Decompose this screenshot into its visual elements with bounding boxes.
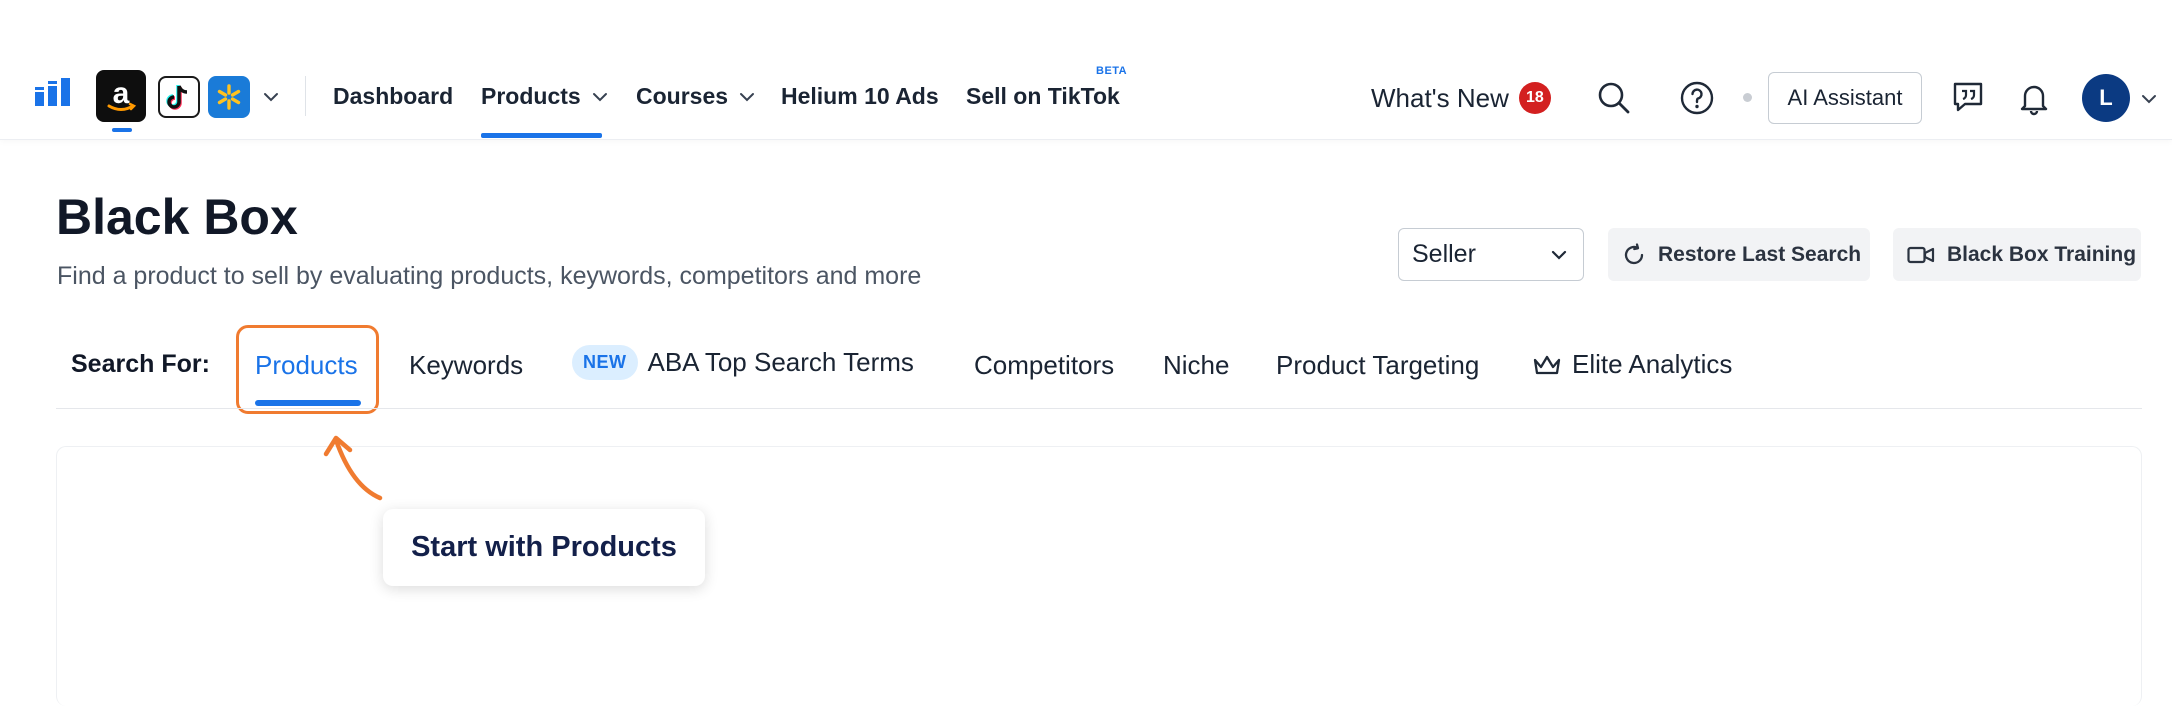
- nav-active-indicator: [481, 133, 602, 138]
- tab-elite-analytics-label: Elite Analytics: [1572, 349, 1733, 379]
- tab-aba-top-search-terms-label: ABA Top Search Terms: [647, 347, 914, 377]
- search-for-label: Search For:: [71, 350, 210, 378]
- helium10-logo-icon[interactable]: [34, 76, 72, 108]
- nav-dashboard-label: Dashboard: [333, 83, 454, 109]
- tab-keywords-label: Keywords: [409, 350, 524, 380]
- new-badge: NEW: [572, 345, 638, 380]
- beta-badge: BETA: [1096, 65, 1128, 77]
- pointer-arrow-icon: [323, 435, 383, 501]
- nav-courses[interactable]: Courses: [636, 83, 756, 110]
- bell-icon[interactable]: [2017, 80, 2051, 116]
- nav-courses-label: Courses: [636, 83, 729, 109]
- amazon-icon: a: [107, 77, 137, 111]
- search-icon[interactable]: [1596, 80, 1632, 116]
- nav-sell-on-tiktok[interactable]: Sell on TikTok: [966, 83, 1120, 110]
- chevron-down-icon: [740, 92, 755, 101]
- restore-last-search-label: Restore Last Search: [1658, 242, 1862, 266]
- tab-keywords[interactable]: Keywords: [409, 350, 523, 381]
- page-subtitle: Find a product to sell by evaluating pro…: [57, 262, 922, 290]
- ai-assistant-button[interactable]: AI Assistant: [1768, 72, 1922, 124]
- user-avatar[interactable]: L: [2082, 74, 2130, 122]
- active-marketplace-indicator: [112, 128, 132, 132]
- whats-new-count-badge: 18: [1518, 82, 1551, 114]
- black-box-training-label: Black Box Training: [1947, 242, 2137, 266]
- refresh-icon: [1624, 242, 1644, 264]
- chevron-down-icon[interactable]: [262, 88, 280, 106]
- nav-divider: [305, 76, 306, 116]
- nav-sell-on-tiktok-label: Sell on TikTok: [966, 83, 1120, 109]
- tab-product-targeting[interactable]: Product Targeting: [1276, 350, 1479, 381]
- tab-product-targeting-label: Product Targeting: [1276, 350, 1480, 380]
- black-box-training-button[interactable]: Black Box Training: [1893, 228, 2141, 281]
- tiktok-icon: [166, 85, 188, 110]
- tabs-divider: [56, 408, 2142, 409]
- tab-competitors[interactable]: Competitors: [974, 350, 1114, 381]
- status-dot: [1743, 93, 1752, 102]
- seller-select-value: Seller: [1412, 240, 1476, 268]
- video-camera-icon: [1907, 246, 1935, 263]
- chevron-down-icon[interactable]: [2140, 90, 2158, 108]
- nav-helium10-ads[interactable]: Helium 10 Ads: [781, 83, 939, 110]
- whats-new-label: What's New: [1371, 82, 1509, 113]
- tab-niche[interactable]: Niche: [1163, 350, 1229, 381]
- amazon-marketplace-button[interactable]: a: [96, 70, 146, 122]
- nav-products-label: Products: [481, 83, 581, 109]
- products-highlight-outline: [236, 325, 379, 414]
- top-navigation-bar: a Dashboard Products Courses Helium 10 A…: [0, 0, 2172, 140]
- feedback-chat-icon[interactable]: [1951, 80, 1985, 114]
- tab-elite-analytics[interactable]: Elite Analytics: [1532, 349, 1732, 380]
- tab-niche-label: Niche: [1163, 350, 1230, 380]
- tiktok-marketplace-button[interactable]: [158, 76, 200, 118]
- svg-text:a: a: [113, 77, 130, 110]
- nav-helium10-ads-label: Helium 10 Ads: [781, 83, 939, 109]
- nav-products[interactable]: Products: [481, 83, 609, 110]
- nav-dashboard[interactable]: Dashboard: [333, 83, 453, 110]
- tab-competitors-label: Competitors: [974, 350, 1115, 380]
- seller-select[interactable]: Seller: [1398, 228, 1584, 281]
- chevron-down-icon: [1551, 250, 1567, 260]
- restore-last-search-button[interactable]: Restore Last Search: [1608, 228, 1870, 281]
- walmart-marketplace-button[interactable]: [208, 76, 250, 118]
- crown-icon: [1533, 355, 1561, 374]
- help-icon[interactable]: [1679, 80, 1715, 116]
- tooltip-callout: Start with Products: [383, 509, 705, 586]
- chevron-down-icon: [592, 92, 607, 101]
- whats-new-button[interactable]: What's New 18: [1371, 82, 1551, 114]
- page-title: Black Box: [56, 189, 298, 245]
- walmart-icon: [217, 84, 241, 110]
- tab-aba-top-search-terms[interactable]: NEW ABA Top Search Terms: [572, 345, 914, 380]
